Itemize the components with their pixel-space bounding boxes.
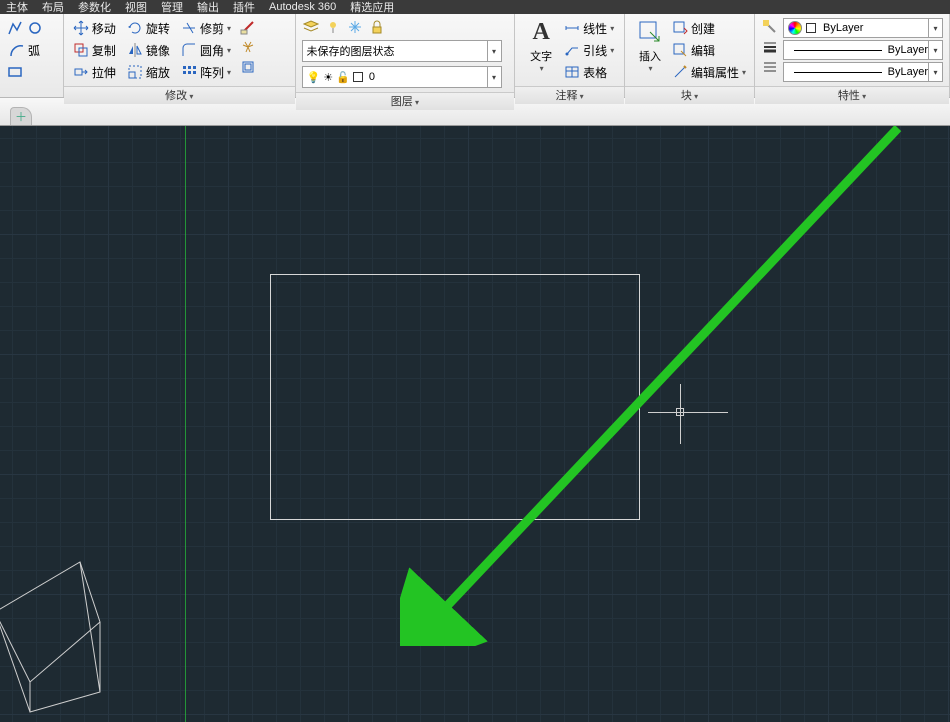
plus-icon: ＋ — [15, 108, 27, 125]
drawn-rectangle — [270, 274, 640, 520]
table-icon — [563, 63, 581, 81]
menu-item[interactable]: 精选应用 — [350, 0, 394, 15]
layer-off-icon[interactable] — [324, 18, 342, 36]
polyline-icon[interactable] — [6, 19, 24, 37]
chevron-down-icon: ▾ — [928, 41, 942, 59]
create-block-icon — [671, 19, 689, 37]
linetype-dropdown[interactable]: ByLayer ▾ — [783, 40, 943, 60]
panel-draw: 弧 — [0, 14, 64, 97]
fillet-button[interactable]: 圆角▾ — [178, 40, 233, 60]
layer-state-dropdown[interactable]: 未保存的图层状态 ▾ — [302, 40, 502, 62]
new-tab-button[interactable]: ＋ — [10, 107, 32, 125]
trim-icon — [180, 19, 198, 37]
array-button[interactable]: 阵列▾ — [178, 62, 233, 82]
insert-button[interactable]: 插入 ▾ — [631, 18, 669, 73]
fillet-icon — [180, 41, 198, 59]
chevron-down-icon: ▾ — [928, 63, 942, 81]
rotate-button[interactable]: 旋转 — [124, 18, 172, 38]
offset-icon[interactable] — [239, 58, 257, 76]
layer-freeze-icon[interactable] — [346, 18, 364, 36]
edit-attr-icon — [671, 63, 689, 81]
table-button[interactable]: 表格 — [561, 62, 616, 82]
menu-item[interactable]: 主体 — [6, 0, 28, 15]
menu-item[interactable]: Autodesk 360 — [269, 1, 336, 13]
stretch-icon — [72, 63, 90, 81]
panel-title-properties[interactable]: 特性 — [755, 86, 949, 104]
menu-item[interactable]: 插件 — [233, 0, 255, 15]
line-preview — [794, 50, 882, 51]
menu-item[interactable]: 输出 — [197, 0, 219, 15]
arc-label: 弧 — [28, 42, 40, 59]
rectangle-icon[interactable] — [6, 63, 24, 81]
text-button[interactable]: A 文字 ▾ — [521, 18, 561, 73]
lineweight-dropdown[interactable]: ByLayer ▾ — [783, 62, 943, 82]
layer-props-icon[interactable] — [302, 18, 320, 36]
copy-icon — [72, 41, 90, 59]
panel-modify: 移动 复制 拉伸 旋转 镜像 — [64, 14, 296, 97]
layer-lock-icon[interactable] — [368, 18, 386, 36]
lightbulb-icon: 💡 — [307, 71, 321, 84]
chevron-down-icon: ▾ — [487, 41, 501, 61]
lineweight-icon[interactable] — [761, 38, 779, 56]
color-dropdown[interactable]: ByLayer ▾ — [783, 18, 943, 38]
panel-layer: 未保存的图层状态 ▾ 💡 ☀ 🔓 0 ▾ 图层 — [296, 14, 516, 97]
list-icon[interactable] — [761, 58, 779, 76]
leader-icon — [563, 41, 581, 59]
line-preview — [794, 72, 882, 73]
panel-properties: ByLayer ▾ ByLayer ▾ ByLayer ▾ 特性 — [755, 14, 950, 97]
sun-icon: ☀ — [323, 71, 333, 84]
linear-dimension-button[interactable]: 线性▾ — [561, 18, 616, 38]
layer-current-dropdown[interactable]: 💡 ☀ 🔓 0 ▾ — [302, 66, 502, 88]
rotate-icon — [126, 19, 144, 37]
drawn-wireframe — [0, 542, 170, 722]
insert-icon — [636, 18, 664, 46]
edit-attr-button[interactable]: 编辑属性▾ — [669, 62, 748, 82]
move-button[interactable]: 移动 — [70, 18, 118, 38]
edit-block-icon — [671, 41, 689, 59]
ribbon: 弧 移动 复制 拉伸 — [0, 14, 950, 98]
erase-icon[interactable] — [239, 18, 257, 36]
move-icon — [72, 19, 90, 37]
match-properties-icon[interactable] — [761, 18, 779, 36]
pick-box — [676, 408, 684, 416]
trim-button[interactable]: 修剪▾ — [178, 18, 233, 38]
colorwheel-icon — [788, 21, 802, 35]
edit-block-button[interactable]: 编辑 — [669, 40, 748, 60]
explode-icon[interactable] — [239, 38, 257, 56]
scale-icon — [126, 63, 144, 81]
unlock-icon: 🔓 — [336, 71, 350, 84]
create-block-button[interactable]: 创建 — [669, 18, 748, 38]
mirror-icon — [126, 41, 144, 59]
chevron-down-icon: ▾ — [928, 19, 942, 37]
copy-button[interactable]: 复制 — [70, 40, 118, 60]
menu-item[interactable]: 管理 — [161, 0, 183, 15]
leader-button[interactable]: 引线▾ — [561, 40, 616, 60]
text-icon: A — [527, 18, 555, 46]
panel-title-layer[interactable]: 图层 — [296, 92, 515, 110]
circle-icon[interactable] — [26, 19, 44, 37]
panel-annotate: A 文字 ▾ 线性▾ 引线▾ 表格 注释 — [515, 14, 625, 97]
scale-button[interactable]: 缩放 — [124, 62, 172, 82]
panel-title-annotate[interactable]: 注释 — [515, 86, 624, 104]
mirror-button[interactable]: 镜像 — [124, 40, 172, 60]
panel-block: 插入 ▾ 创建 编辑 编辑属性▾ 块 — [625, 14, 755, 97]
menubar: 主体 布局 参数化 视图 管理 输出 插件 Autodesk 360 精选应用 — [0, 0, 950, 14]
panel-title-modify[interactable]: 修改 — [64, 86, 295, 104]
chevron-down-icon: ▾ — [487, 67, 501, 87]
drawing-canvas[interactable] — [0, 126, 950, 722]
menu-item[interactable]: 视图 — [125, 0, 147, 15]
arc-icon — [8, 41, 26, 59]
dimension-icon — [563, 19, 581, 37]
array-icon — [180, 63, 198, 81]
panel-title-block[interactable]: 块 — [625, 86, 754, 104]
menu-item[interactable]: 参数化 — [78, 0, 111, 15]
menu-item[interactable]: 布局 — [42, 0, 64, 15]
arc-button[interactable]: 弧 — [6, 40, 42, 60]
stretch-button[interactable]: 拉伸 — [70, 62, 118, 82]
y-axis-line — [185, 126, 186, 722]
